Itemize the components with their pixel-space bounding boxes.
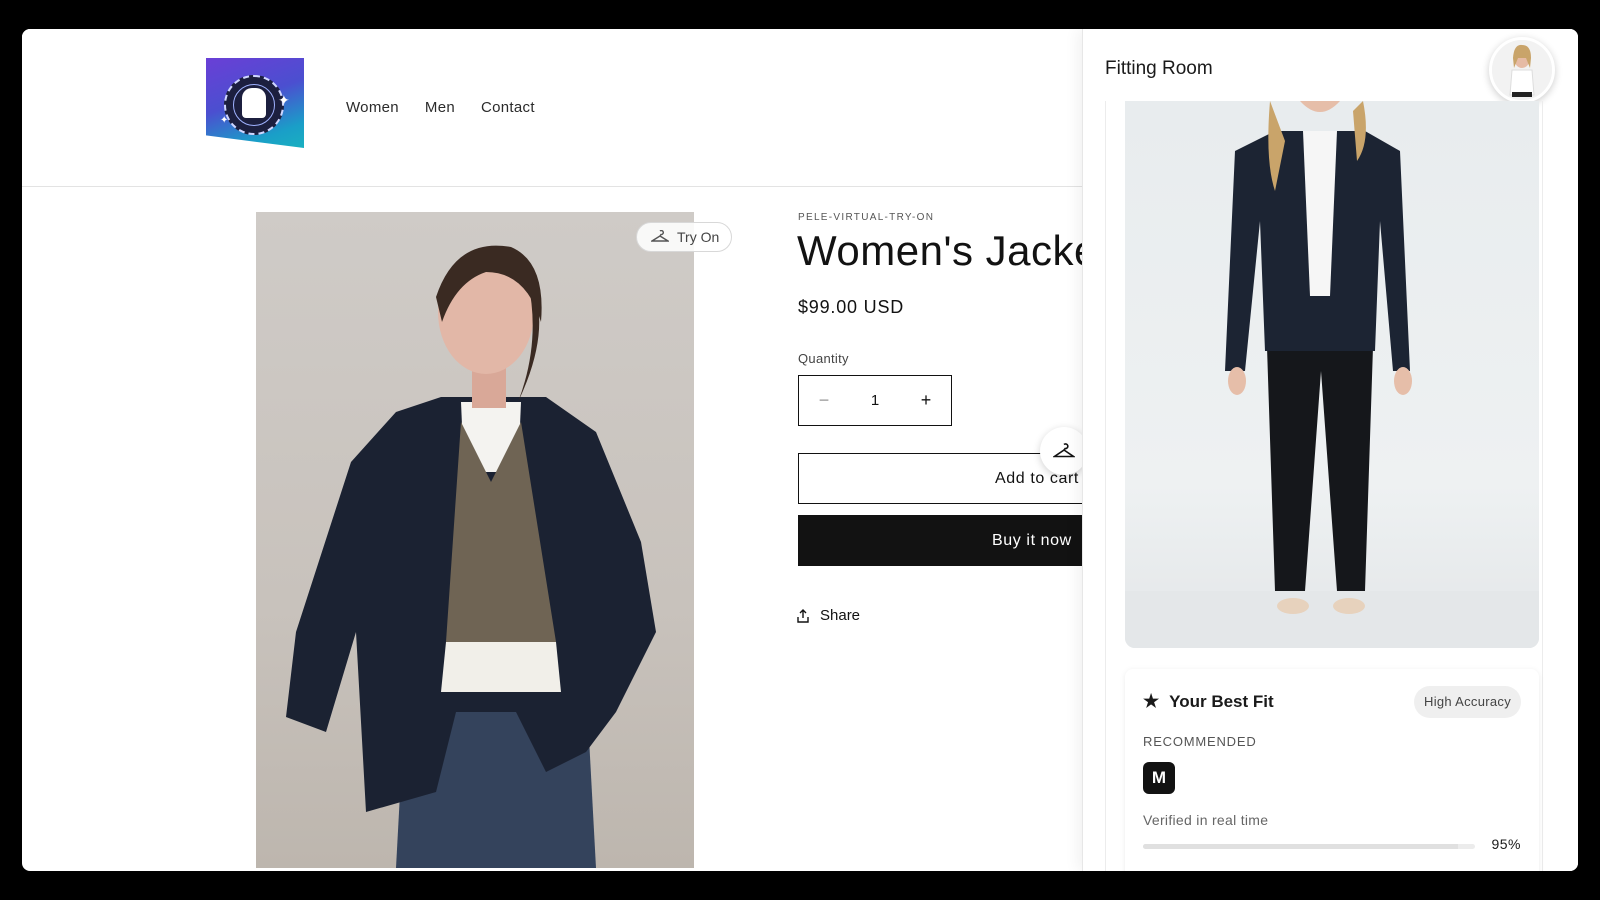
- confidence-bar: [1143, 844, 1475, 849]
- star-icon: ★: [1143, 691, 1160, 711]
- best-fit-title: Your Best Fit: [1169, 691, 1274, 711]
- confidence-percent: 95%: [1491, 836, 1521, 852]
- try-on-illustration: [1125, 101, 1539, 648]
- browser-window: ✦ ✦ Women Men Contact Try On PELE-VIRTUA…: [22, 29, 1578, 871]
- product-vendor: PELE-VIRTUAL-TRY-ON: [798, 212, 935, 223]
- quantity-stepper: − +: [798, 375, 952, 426]
- share-label: Share: [820, 607, 861, 624]
- confidence-bar-fill: [1143, 844, 1459, 849]
- hanger-icon: [1053, 443, 1075, 458]
- sparkle-icon: ✦: [278, 93, 290, 109]
- share-icon: [797, 608, 809, 623]
- quantity-increase-button[interactable]: +: [901, 376, 951, 425]
- accuracy-badge: High Accuracy: [1414, 686, 1521, 718]
- best-fit-header: ★ Your Best Fit: [1143, 691, 1274, 712]
- user-avatar[interactable]: [1489, 37, 1555, 103]
- fitting-room-panel: Fitting Room ★ Your Best Fit High Accura…: [1082, 29, 1578, 871]
- try-on-button[interactable]: Try On: [636, 222, 732, 252]
- recommended-size-chip[interactable]: M: [1143, 762, 1175, 794]
- model-illustration: [286, 245, 656, 868]
- try-on-label: Try On: [677, 229, 720, 245]
- nav-contact[interactable]: Contact: [481, 99, 535, 116]
- best-fit-card: ★ Your Best Fit High Accuracy RECOMMENDE…: [1125, 669, 1539, 871]
- nav-men[interactable]: Men: [425, 99, 455, 116]
- main-nav: Women Men Contact: [346, 99, 535, 116]
- product-title: Women's Jacke: [797, 227, 1098, 274]
- hanger-icon: [651, 230, 669, 242]
- quantity-label: Quantity: [798, 351, 849, 366]
- sparkle-icon: ✦: [220, 115, 229, 126]
- buy-now-button[interactable]: Buy it now: [798, 515, 1098, 566]
- logo-mannequin-icon: [242, 88, 266, 118]
- recommended-label: RECOMMENDED: [1143, 734, 1257, 749]
- product-price: $99.00 USD: [798, 297, 905, 317]
- fitting-room-toggle-button[interactable]: [1040, 427, 1088, 475]
- share-button[interactable]: Share: [796, 607, 860, 624]
- store-header: ✦ ✦ Women Men Contact: [22, 29, 1082, 187]
- quantity-decrease-button[interactable]: −: [799, 376, 849, 425]
- panel-title: Fitting Room: [1105, 58, 1213, 79]
- try-on-result-image: [1125, 101, 1539, 648]
- quantity-input[interactable]: [850, 392, 900, 409]
- product-image[interactable]: [256, 212, 694, 868]
- avatar-image: [1492, 40, 1552, 100]
- verified-label: Verified in real time: [1143, 812, 1269, 828]
- nav-women[interactable]: Women: [346, 99, 399, 116]
- store-logo[interactable]: ✦ ✦: [206, 58, 304, 148]
